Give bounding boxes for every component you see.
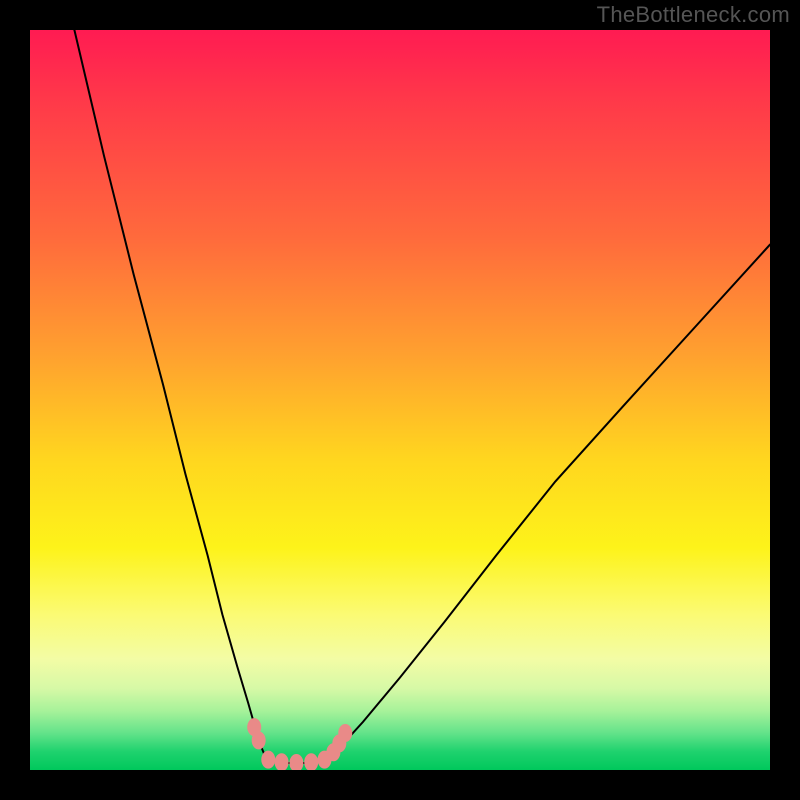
plot-area	[30, 30, 770, 770]
series-left-branch	[74, 30, 266, 760]
series-right-branch	[326, 245, 770, 761]
highlight-marker	[261, 751, 275, 769]
highlight-marker	[289, 754, 303, 770]
highlight-marker	[275, 753, 289, 770]
chart-stage: TheBottleneck.com	[0, 0, 800, 800]
highlight-marker	[338, 724, 352, 742]
curve-layer	[30, 30, 770, 770]
watermark-text: TheBottleneck.com	[597, 2, 790, 28]
highlight-marker	[304, 753, 318, 770]
highlight-markers	[247, 718, 352, 770]
highlight-marker	[252, 731, 266, 749]
